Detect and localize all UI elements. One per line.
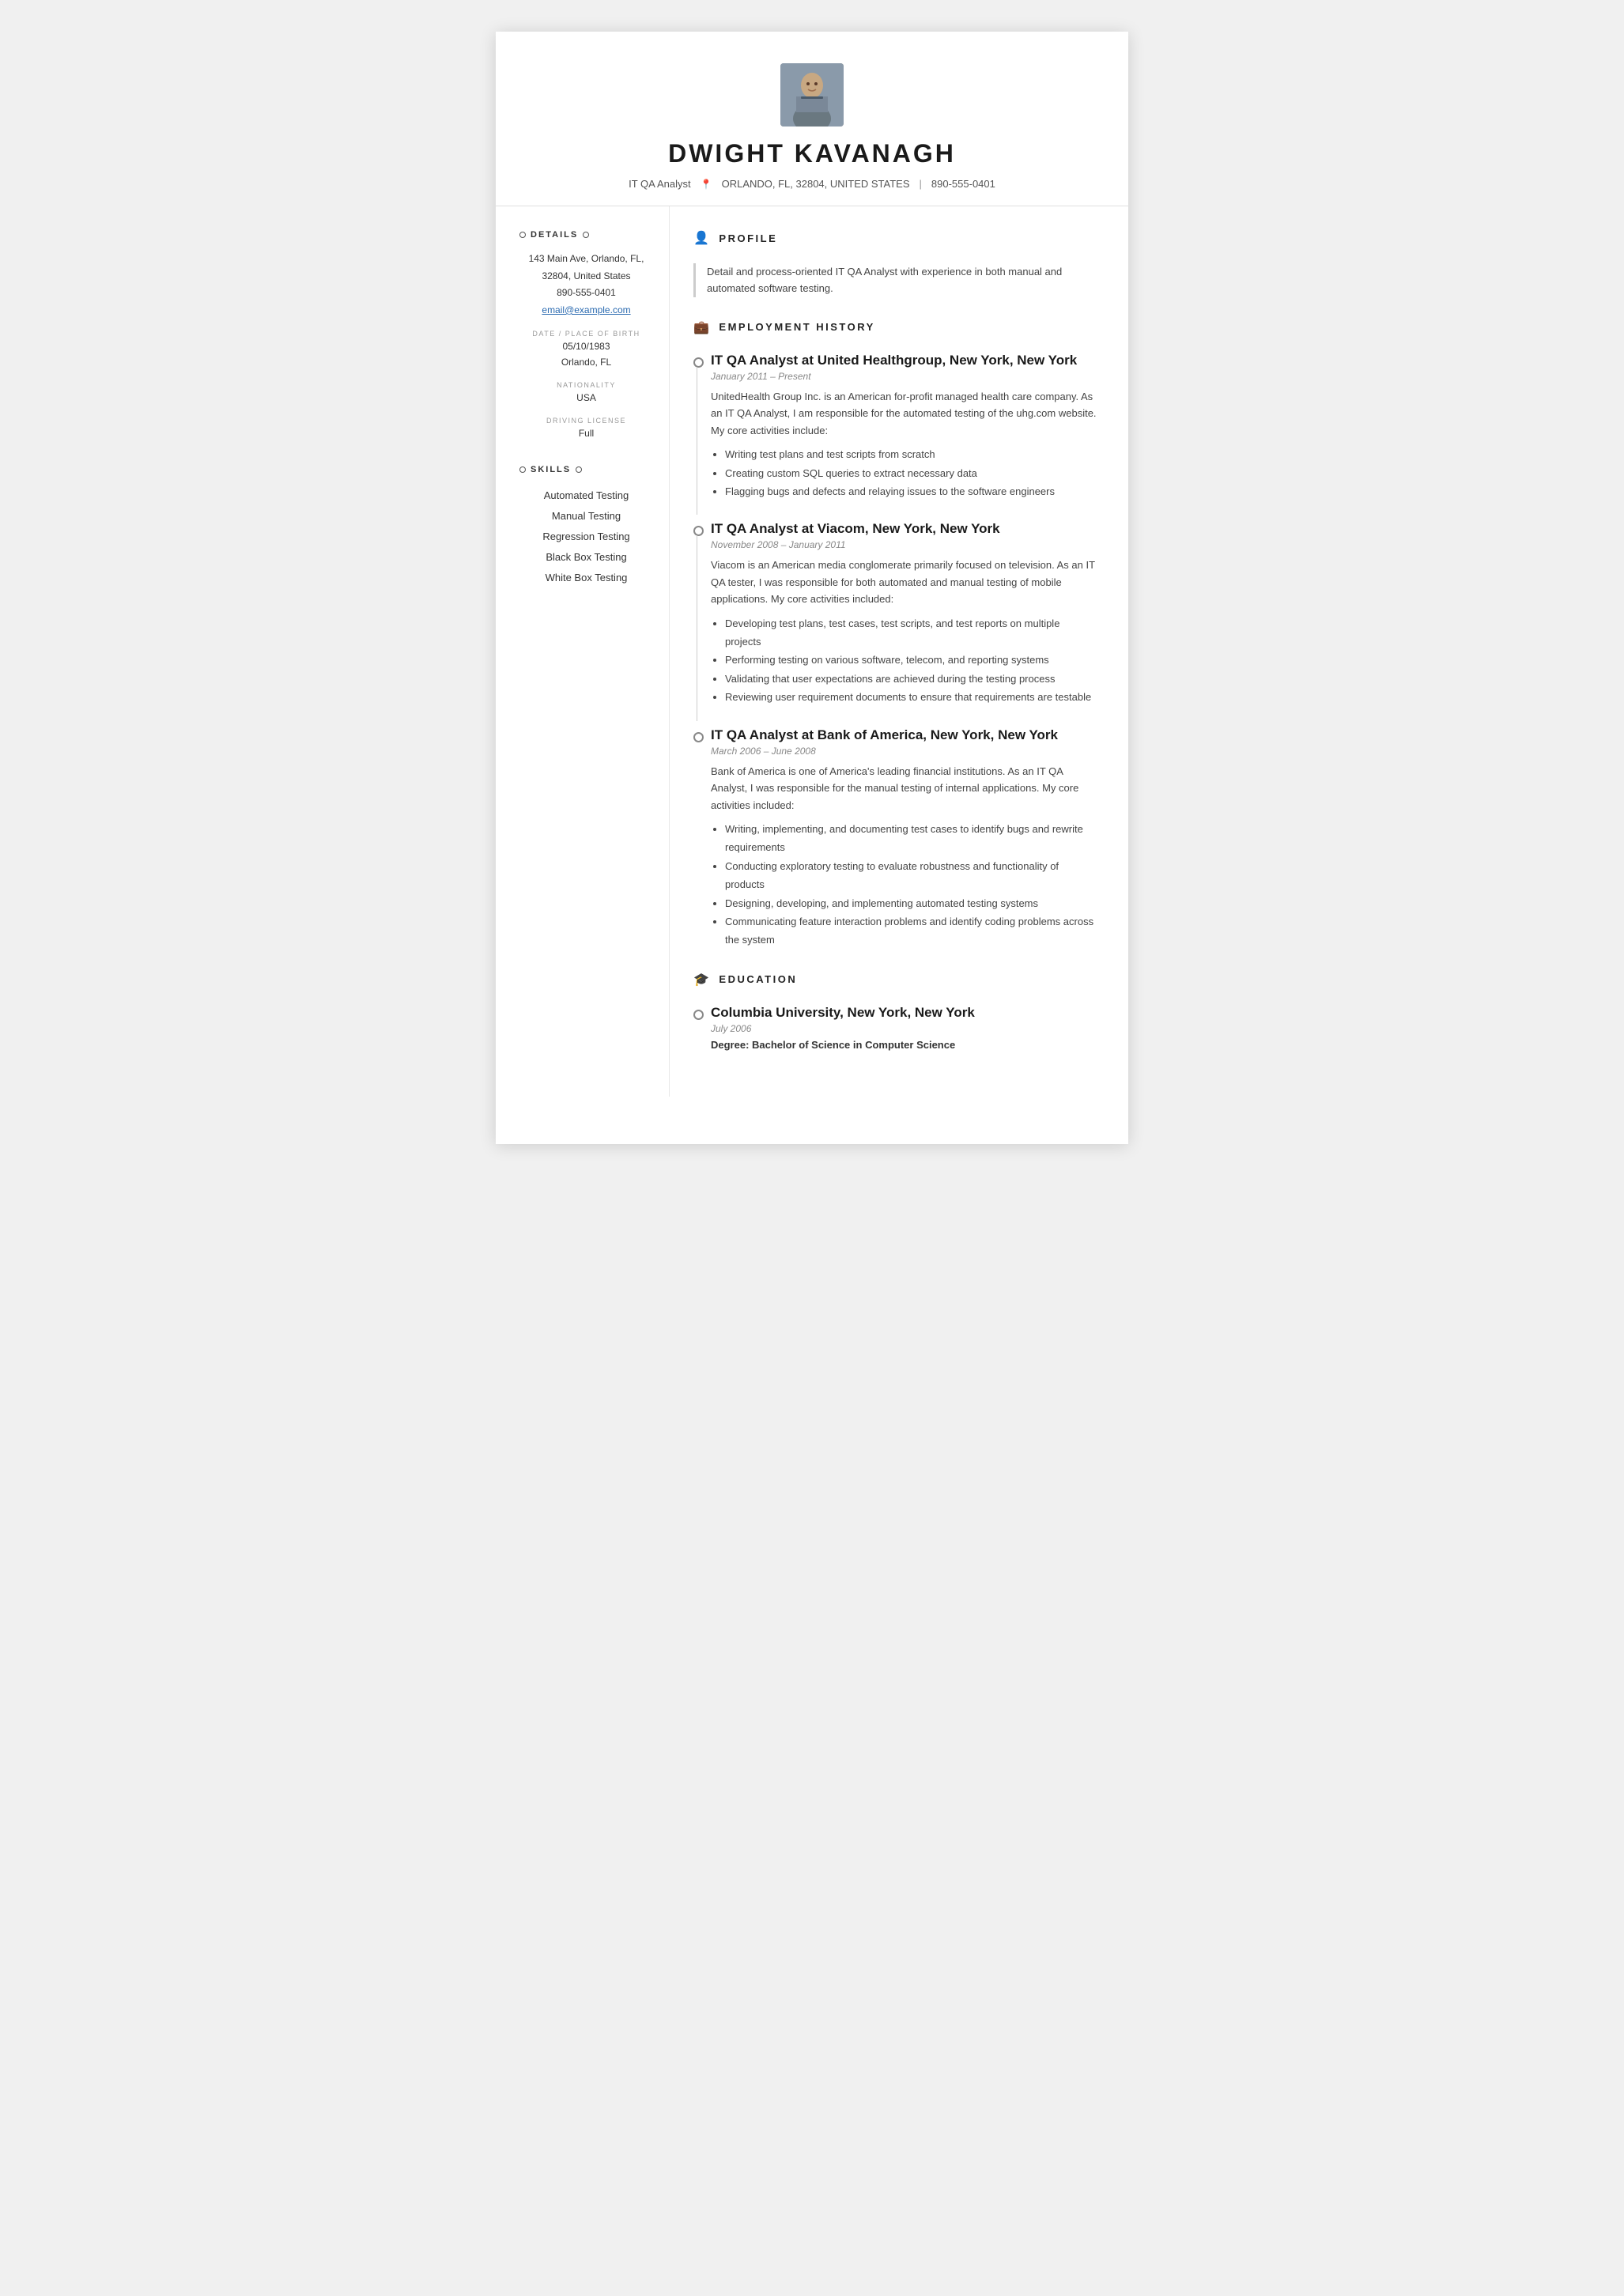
dob-value: 05/10/1983 [519,339,653,354]
bullet-item: Writing, implementing, and documenting t… [725,820,1097,857]
edu-date: July 2006 [711,1023,1097,1034]
skills-section: SKILLS Automated TestingManual TestingRe… [519,465,653,588]
resume-document: DWIGHT KAVANAGH IT QA Analyst 📍 ORLANDO,… [496,32,1128,1144]
circle-icon-right [583,232,589,238]
address: 143 Main Ave, Orlando, FL, 32804, United… [519,251,653,285]
job-dates: March 2006 – June 2008 [711,746,1097,757]
phone-header: 890-555-0401 [931,178,995,190]
details-title: DETAILS [519,230,653,240]
details-section: DETAILS 143 Main Ave, Orlando, FL, 32804… [519,230,653,441]
sidebar-email: email@example.com [519,302,653,319]
edu-degree: Degree: Bachelor of Science in Computer … [711,1039,1097,1051]
location-text: ORLANDO, FL, 32804, UNITED STATES [722,178,910,190]
profile-section-title: 👤 PROFILE [693,230,1097,251]
skills-circle-right [576,466,582,473]
contact-info: 143 Main Ave, Orlando, FL, 32804, United… [519,251,653,319]
job-title: IT QA Analyst at Viacom, New York, New Y… [711,521,1097,537]
profile-icon: 👤 [693,230,711,246]
resume-header: DWIGHT KAVANAGH IT QA Analyst 📍 ORLANDO,… [496,32,1128,206]
skills-title: SKILLS [519,465,653,474]
birthplace-value: Orlando, FL [519,355,653,370]
sidebar: DETAILS 143 Main Ave, Orlando, FL, 32804… [496,206,670,1097]
education-section: 🎓 EDUCATION Columbia University, New Yor… [693,972,1097,1051]
separator: | [920,178,922,190]
employment-icon: 💼 [693,319,711,335]
bullet-item: Designing, developing, and implementing … [725,894,1097,912]
edu-school: Columbia University, New York, New York [711,1005,1097,1021]
skills-list: Automated TestingManual TestingRegressio… [519,485,653,588]
job-description: Viacom is an American media conglomerate… [711,557,1097,607]
main-content: 👤 PROFILE Detail and process-oriented IT… [670,206,1128,1097]
dob-label: DATE / PLACE OF BIRTH [519,330,653,338]
job-bullets: Developing test plans, test cases, test … [711,614,1097,707]
circle-icon-left [519,232,526,238]
sidebar-phone: 890-555-0401 [519,285,653,302]
bullet-item: Creating custom SQL queries to extract n… [725,464,1097,482]
edu-container: Columbia University, New York, New York J… [693,1005,1097,1051]
license-value: Full [519,426,653,441]
avatar [780,63,844,127]
edu-item: Columbia University, New York, New York J… [693,1005,1097,1051]
skills-circle-left [519,466,526,473]
employment-section: 💼 EMPLOYMENT HISTORY IT QA Analyst at Un… [693,319,1097,950]
profile-section: 👤 PROFILE Detail and process-oriented IT… [693,230,1097,297]
job-dates: November 2008 – January 2011 [711,539,1097,550]
job-title: IT QA Analyst [629,178,691,190]
bullet-item: Validating that user expectations are ac… [725,670,1097,688]
bullet-item: Communicating feature interaction proble… [725,912,1097,950]
job-description: UnitedHealth Group Inc. is an American f… [711,388,1097,439]
job-title: IT QA Analyst at United Healthgroup, New… [711,353,1097,368]
nationality-value: USA [519,391,653,406]
employment-section-title: 💼 EMPLOYMENT HISTORY [693,319,1097,340]
skill-item: White Box Testing [519,568,653,588]
skill-item: Regression Testing [519,527,653,547]
jobs-container: IT QA Analyst at United Healthgroup, New… [693,353,1097,950]
skill-item: Black Box Testing [519,547,653,568]
job-dates: January 2011 – Present [711,371,1097,382]
header-tagline: IT QA Analyst 📍 ORLANDO, FL, 32804, UNIT… [629,178,995,190]
job-bullets: Writing test plans and test scripts from… [711,445,1097,500]
nationality-label: NATIONALITY [519,381,653,389]
bullet-item: Performing testing on various software, … [725,651,1097,669]
job-item: IT QA Analyst at Viacom, New York, New Y… [693,521,1097,706]
job-item: IT QA Analyst at United Healthgroup, New… [693,353,1097,500]
location-icon: 📍 [701,179,712,190]
job-item: IT QA Analyst at Bank of America, New Yo… [693,727,1097,950]
bullet-item: Writing test plans and test scripts from… [725,445,1097,463]
person-name: DWIGHT KAVANAGH [668,139,956,168]
resume-body: DETAILS 143 Main Ave, Orlando, FL, 32804… [496,206,1128,1097]
job-title: IT QA Analyst at Bank of America, New Yo… [711,727,1097,743]
job-description: Bank of America is one of America's lead… [711,763,1097,814]
avatar-image [780,63,844,127]
education-icon: 🎓 [693,972,711,988]
job-bullets: Writing, implementing, and documenting t… [711,820,1097,950]
bullet-item: Developing test plans, test cases, test … [725,614,1097,651]
skill-item: Automated Testing [519,485,653,506]
profile-text: Detail and process-oriented IT QA Analys… [693,263,1097,297]
license-label: DRIVING LICENSE [519,417,653,425]
bullet-item: Reviewing user requirement documents to … [725,688,1097,706]
bullet-item: Conducting exploratory testing to evalua… [725,857,1097,894]
bullet-item: Flagging bugs and defects and relaying i… [725,482,1097,500]
education-section-title: 🎓 EDUCATION [693,972,1097,992]
skill-item: Manual Testing [519,506,653,527]
